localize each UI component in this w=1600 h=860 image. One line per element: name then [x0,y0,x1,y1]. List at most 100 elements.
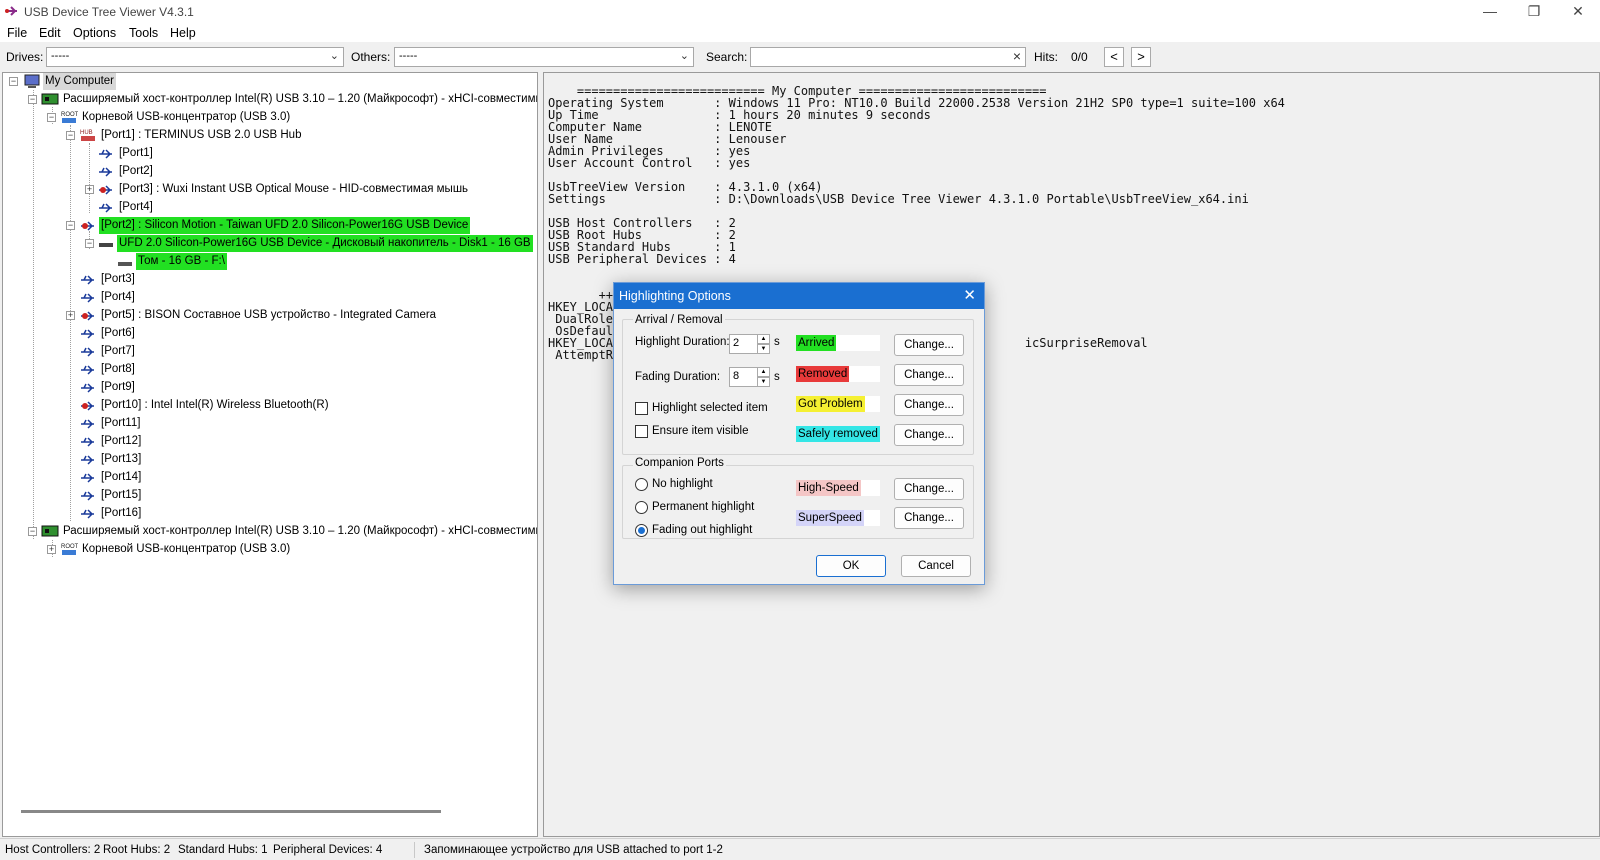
usb-port-icon [81,293,94,303]
collapse-toggle[interactable]: − [66,131,75,140]
drives-combo[interactable]: ----- ⌄ [46,47,344,67]
tree-label: Корневой USB-концентратор (USB 3.0) [82,111,291,123]
tree-node-volume[interactable]: Том - 16 GB - F:\ [3,253,533,270]
menu-options[interactable]: Options [73,26,116,40]
high-speed-label: High-Speed [796,480,861,496]
expand-toggle[interactable]: + [47,545,56,554]
tree-node-hub-port3-mouse[interactable]: + [Port3] : Wuxi Instant USB Optical Mou… [3,181,533,198]
collapse-toggle[interactable]: − [47,113,56,122]
no-highlight-radio[interactable] [635,478,648,491]
tree-node-port8[interactable]: [Port8] [3,361,533,378]
hits-label: Hits: [1034,50,1058,64]
arrival-removal-label: Arrival / Removal [633,314,725,326]
tree-label: [Port10] : Intel Intel(R) Wireless Bluet… [101,399,329,411]
others-value: ----- [399,50,418,62]
collapse-toggle[interactable]: − [28,95,37,104]
tree-node-port13[interactable]: [Port13] [3,451,533,468]
tree-node-port7[interactable]: [Port7] [3,343,533,360]
highlighting-options-dialog: Highlighting Options ✕ Arrival / Removal… [613,282,985,585]
tree-node-port10-bluetooth[interactable]: [Port10] : Intel Intel(R) Wireless Bluet… [3,397,533,414]
tree-node-hub-port4[interactable]: [Port4] [3,199,533,216]
collapse-toggle[interactable]: − [85,239,94,248]
expand-toggle[interactable]: + [66,311,75,320]
change-super-speed-button[interactable]: Change... [894,507,964,529]
tree-node-port3[interactable]: [Port3] [3,271,533,288]
tree-node-my-computer[interactable]: − My Computer [3,73,533,90]
usb-port-icon [81,365,94,375]
menu-edit[interactable]: Edit [39,26,61,40]
tree-node-port15[interactable]: [Port15] [3,487,533,504]
next-hit-button[interactable]: > [1131,47,1151,67]
tree-label: [Port3] [101,273,135,285]
menu-help[interactable]: Help [170,26,196,40]
tree-node-root-hub-1[interactable]: − ROOT Корневой USB-концентратор (USB 3.… [3,109,533,126]
tree-label: [Port4] [101,291,135,303]
tree-node-hub-port1[interactable]: [Port1] [3,145,533,162]
clear-search-icon[interactable]: × [1013,48,1021,64]
disk-drive-icon [99,243,113,247]
tree-label: [Port2] [119,165,153,177]
volume-icon [118,262,132,266]
tree-node-disk[interactable]: − UFD 2.0 Silicon-Power16G USB Device - … [3,235,533,252]
tree-node-hub-port2[interactable]: [Port2] [3,163,533,180]
permanent-highlight-label: Permanent highlight [652,501,755,513]
tree-node-root-hub-2[interactable]: + ROOT Корневой USB-концентратор (USB 3.… [3,541,533,558]
got-problem-swatch: Got Problem [796,396,880,412]
tree-label: Расширяемый хост-контроллер Intel(R) USB… [63,525,538,537]
collapse-toggle[interactable]: − [66,221,75,230]
ensure-visible-label: Ensure item visible [652,425,749,437]
change-safely-removed-button[interactable]: Change... [894,424,964,446]
device-tree[interactable]: − My Computer − Расширяемый хост-контрол… [2,72,538,837]
tree-node-port12[interactable]: [Port12] [3,433,533,450]
ensure-visible-checkbox[interactable] [635,425,648,438]
fading-duration-spinner[interactable]: ▲ ▼ [757,367,770,387]
others-combo[interactable]: ----- ⌄ [394,47,694,67]
tree-node-port1-hub[interactable]: − HUB [Port1] : TERMINUS USB 2.0 USB Hub [3,127,533,144]
expand-toggle[interactable]: + [85,185,94,194]
fading-out-highlight-label: Fading out highlight [652,524,753,536]
change-got-problem-button[interactable]: Change... [894,394,964,416]
highlight-duration-spinner[interactable]: ▲ ▼ [757,334,770,354]
svg-text:ROOT: ROOT [61,544,78,550]
tree-node-port11[interactable]: [Port11] [3,415,533,432]
safely-removed-swatch: Safely removed [796,426,880,442]
close-button[interactable]: ✕ [1556,0,1600,24]
tree-node-port5-camera[interactable]: + [Port5] : BISON Составное USB устройст… [3,307,533,324]
computer-icon [24,74,40,88]
tree-node-port2-flash[interactable]: − [Port2] : Silicon Motion - Taiwan UFD … [3,217,533,234]
status-standard-hubs: Standard Hubs: 1 [178,844,268,856]
tree-node-host-controller-2[interactable]: − Расширяемый хост-контроллер Intel(R) U… [3,523,537,540]
tree-node-port16[interactable]: [Port16] [3,505,533,522]
fading-out-highlight-radio[interactable] [635,524,648,537]
highlight-selected-checkbox[interactable] [635,402,648,415]
change-removed-button[interactable]: Change... [894,364,964,386]
tree-node-port4[interactable]: [Port4] [3,289,533,306]
search-input[interactable]: × [750,47,1026,67]
dialog-title-bar: Highlighting Options [614,283,984,309]
minimize-button[interactable]: — [1468,0,1512,24]
tree-label: [Port2] : Silicon Motion - Taiwan UFD 2.… [99,217,471,234]
tree-node-port9[interactable]: [Port9] [3,379,533,396]
restore-button[interactable]: ❐ [1512,0,1556,24]
permanent-highlight-radio[interactable] [635,501,648,514]
usb-port-icon [81,455,94,465]
tree-node-port6[interactable]: [Port6] [3,325,533,342]
tree-node-host-controller-1[interactable]: − Расширяемый хост-контроллер Intel(R) U… [3,91,537,108]
collapse-toggle[interactable]: − [28,527,37,536]
drives-label: Drives: [6,50,44,64]
change-arrived-button[interactable]: Change... [894,334,964,356]
super-speed-swatch: SuperSpeed [796,510,880,526]
collapse-toggle[interactable]: − [9,77,18,86]
tree-label: [Port14] [101,471,142,483]
cancel-button[interactable]: Cancel [901,555,971,577]
prev-hit-button[interactable]: < [1104,47,1124,67]
change-high-speed-button[interactable]: Change... [894,478,964,500]
menu-file[interactable]: File [7,26,27,40]
usb-port-icon [81,383,94,393]
ok-button[interactable]: OK [816,555,886,577]
dialog-close-button[interactable]: ✕ [963,283,976,309]
menu-tools[interactable]: Tools [129,26,158,40]
horizontal-scrollbar[interactable] [21,810,441,813]
usb-port-icon [99,203,112,213]
tree-node-port14[interactable]: [Port14] [3,469,533,486]
